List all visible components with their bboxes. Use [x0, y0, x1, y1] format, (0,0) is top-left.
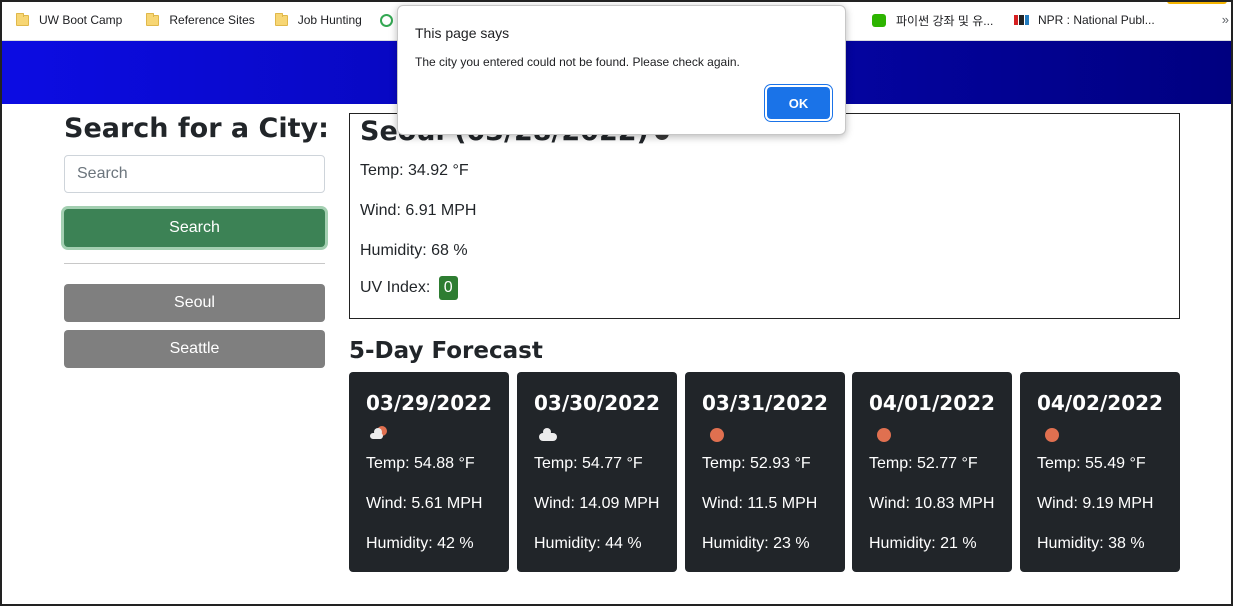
forecast-card: 04/02/2022 Temp: 55.49 °F Wind: 9.19 MPH…	[1020, 372, 1180, 572]
cloud-icon	[539, 428, 557, 442]
green-circle-icon	[379, 13, 393, 27]
forecast-humidity: Humidity: 42 %	[366, 535, 474, 552]
forecast-date: 03/31/2022	[702, 391, 828, 415]
sun-icon	[1042, 428, 1059, 442]
forecast-card: 03/31/2022 Temp: 52.93 °F Wind: 11.5 MPH…	[685, 372, 845, 572]
forecast-temp: Temp: 54.77 °F	[534, 455, 643, 472]
forecast-temp: Temp: 52.93 °F	[702, 455, 811, 472]
folder-icon	[16, 12, 29, 26]
bookmark-npr[interactable]: NPR : National Publ...	[1006, 8, 1163, 32]
bookmark-label: 파이썬 강좌 및 유...	[896, 13, 994, 28]
toolbar-accent	[1167, 0, 1227, 4]
forecast-heading: 5-Day Forecast	[349, 338, 543, 364]
alert-dialog: This page says The city you entered coul…	[397, 5, 846, 135]
forecast-humidity: Humidity: 44 %	[534, 535, 642, 552]
forecast-wind: Wind: 5.61 MPH	[366, 495, 483, 512]
current-temp: Temp: 34.92 °F	[360, 162, 469, 179]
search-button[interactable]: Search	[64, 209, 325, 247]
bookmark-label: Job Hunting	[297, 13, 362, 27]
folder-icon	[274, 12, 288, 26]
bookmarks-overflow-icon[interactable]: »	[1222, 12, 1229, 27]
forecast-temp: Temp: 54.88 °F	[366, 455, 475, 472]
dialog-title: This page says	[415, 25, 510, 41]
bookmark-uw-boot-camp[interactable]: UW Boot Camp	[8, 8, 130, 32]
forecast-date: 03/30/2022	[534, 391, 660, 415]
npr-icon	[1014, 15, 1030, 25]
forecast-temp: Temp: 55.49 °F	[1037, 455, 1146, 472]
bookmark-python-course[interactable]: 파이썬 강좌 및 유...	[864, 8, 1001, 32]
forecast-card: 03/30/2022 Temp: 54.77 °F Wind: 14.09 MP…	[517, 372, 677, 572]
history-button-seoul[interactable]: Seoul	[64, 284, 325, 322]
bookmark-label: Reference Sites	[169, 13, 255, 27]
history-button-seattle[interactable]: Seattle	[64, 330, 325, 368]
bookmark-label: NPR : National Publ...	[1038, 13, 1155, 27]
sun-icon	[707, 428, 724, 442]
uv-badge: 0	[438, 276, 458, 300]
partly-cloudy-icon	[370, 426, 387, 442]
search-heading: Search for a City:	[64, 113, 329, 144]
forecast-date: 04/02/2022	[1037, 391, 1163, 415]
sidebar-divider	[64, 263, 325, 264]
forecast-date: 03/29/2022	[366, 391, 492, 415]
search-input[interactable]	[64, 155, 325, 193]
forecast-wind: Wind: 9.19 MPH	[1037, 495, 1154, 512]
forecast-wind: Wind: 14.09 MPH	[534, 495, 660, 512]
current-weather-card: Seoul (03/28/2022) Temp: 34.92 °F Wind: …	[349, 113, 1180, 319]
ok-button[interactable]: OK	[767, 87, 830, 119]
bookmark-job-hunting[interactable]: Job Hunting	[267, 8, 370, 32]
current-humidity: Humidity: 68 %	[360, 242, 468, 259]
folder-icon	[146, 12, 160, 26]
chat-icon	[872, 13, 886, 27]
dialog-message: The city you entered could not be found.…	[415, 55, 740, 69]
uv-label: UV Index:	[360, 279, 431, 296]
forecast-date: 04/01/2022	[869, 391, 995, 415]
bookmark-label: UW Boot Camp	[39, 13, 123, 27]
forecast-temp: Temp: 52.77 °F	[869, 455, 978, 472]
bookmark-reference-sites[interactable]: Reference Sites	[138, 8, 262, 32]
current-uv: UV Index: 0	[360, 276, 458, 300]
forecast-card: 04/01/2022 Temp: 52.77 °F Wind: 10.83 MP…	[852, 372, 1012, 572]
forecast-wind: Wind: 11.5 MPH	[702, 495, 818, 512]
forecast-wind: Wind: 10.83 MPH	[869, 495, 995, 512]
forecast-humidity: Humidity: 38 %	[1037, 535, 1145, 552]
forecast-card: 03/29/2022 Temp: 54.88 °F Wind: 5.61 MPH…	[349, 372, 509, 572]
forecast-humidity: Humidity: 21 %	[869, 535, 977, 552]
current-wind: Wind: 6.91 MPH	[360, 202, 477, 219]
forecast-humidity: Humidity: 23 %	[702, 535, 810, 552]
sun-icon	[874, 428, 891, 442]
